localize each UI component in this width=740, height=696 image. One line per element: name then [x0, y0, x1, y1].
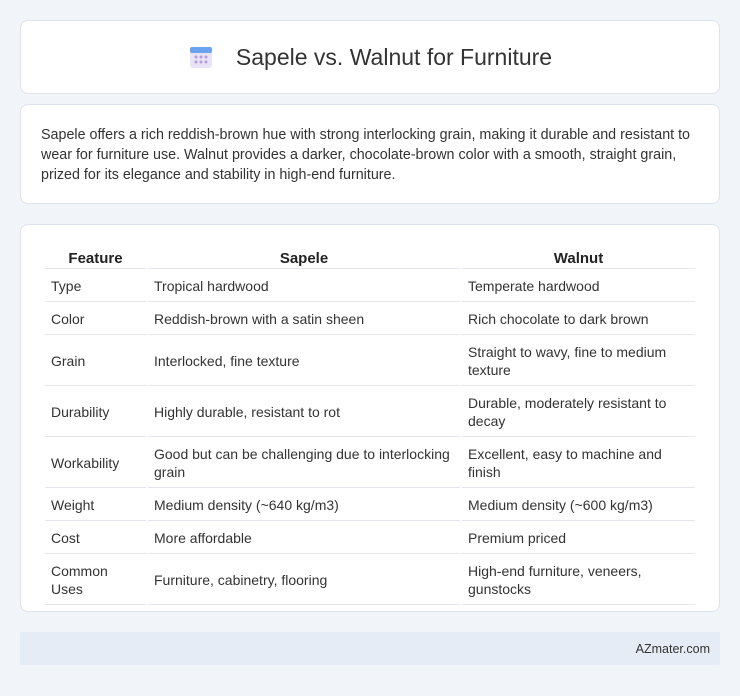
- table-row: Durability Highly durable, resistant to …: [45, 388, 695, 437]
- calendar-icon: [188, 44, 214, 70]
- footer-site-link[interactable]: AZmater.com: [636, 642, 710, 656]
- title-card: Sapele vs. Walnut for Furniture: [20, 20, 720, 94]
- walnut-cell: Rich chocolate to dark brown: [462, 304, 695, 335]
- walnut-cell: Straight to wavy, fine to medium texture: [462, 337, 695, 386]
- header-sapele: Sapele: [148, 247, 460, 269]
- sapele-cell: Interlocked, fine texture: [148, 337, 460, 386]
- sapele-cell: Tropical hardwood: [148, 271, 460, 302]
- table-row: Common Uses Furniture, cabinetry, floori…: [45, 556, 695, 605]
- table-header-row: Feature Sapele Walnut: [45, 247, 695, 269]
- walnut-cell: Temperate hardwood: [462, 271, 695, 302]
- summary-card: Sapele offers a rich reddish-brown hue w…: [20, 104, 720, 204]
- table-row: Type Tropical hardwood Temperate hardwoo…: [45, 271, 695, 302]
- table-row: Workability Good but can be challenging …: [45, 439, 695, 488]
- feature-cell: Grain: [45, 337, 146, 386]
- header-feature: Feature: [45, 247, 146, 269]
- feature-cell: Durability: [45, 388, 146, 437]
- table-row: Color Reddish-brown with a satin sheen R…: [45, 304, 695, 335]
- feature-cell: Cost: [45, 523, 146, 554]
- comparison-table: Feature Sapele Walnut Type Tropical hard…: [43, 245, 697, 607]
- footer: AZmater.com: [20, 632, 720, 665]
- table-row: Cost More affordable Premium priced: [45, 523, 695, 554]
- sapele-cell: Good but can be challenging due to inter…: [148, 439, 460, 488]
- sapele-cell: More affordable: [148, 523, 460, 554]
- page-title: Sapele vs. Walnut for Furniture: [235, 43, 553, 70]
- table-row: Weight Medium density (~640 kg/m3) Mediu…: [45, 490, 695, 521]
- sapele-cell: Reddish-brown with a satin sheen: [148, 304, 460, 335]
- feature-cell: Weight: [45, 490, 146, 521]
- header-walnut: Walnut: [462, 247, 695, 269]
- feature-cell: Type: [45, 271, 146, 302]
- table-row: Grain Interlocked, fine texture Straight…: [45, 337, 695, 386]
- sapele-cell: Highly durable, resistant to rot: [148, 388, 460, 437]
- feature-cell: Workability: [45, 439, 146, 488]
- walnut-cell: High-end furniture, veneers, gunstocks: [462, 556, 695, 605]
- feature-cell: Color: [45, 304, 146, 335]
- summary-text: Sapele offers a rich reddish-brown hue w…: [41, 127, 691, 183]
- sapele-cell: Furniture, cabinetry, flooring: [148, 556, 460, 605]
- walnut-cell: Durable, moderately resistant to decay: [462, 388, 695, 437]
- walnut-cell: Excellent, easy to machine and finish: [462, 439, 695, 488]
- feature-cell: Common Uses: [45, 556, 146, 605]
- sapele-cell: Medium density (~640 kg/m3): [148, 490, 460, 521]
- walnut-cell: Medium density (~600 kg/m3): [462, 490, 695, 521]
- walnut-cell: Premium priced: [462, 523, 695, 554]
- comparison-table-card: Feature Sapele Walnut Type Tropical hard…: [20, 224, 720, 612]
